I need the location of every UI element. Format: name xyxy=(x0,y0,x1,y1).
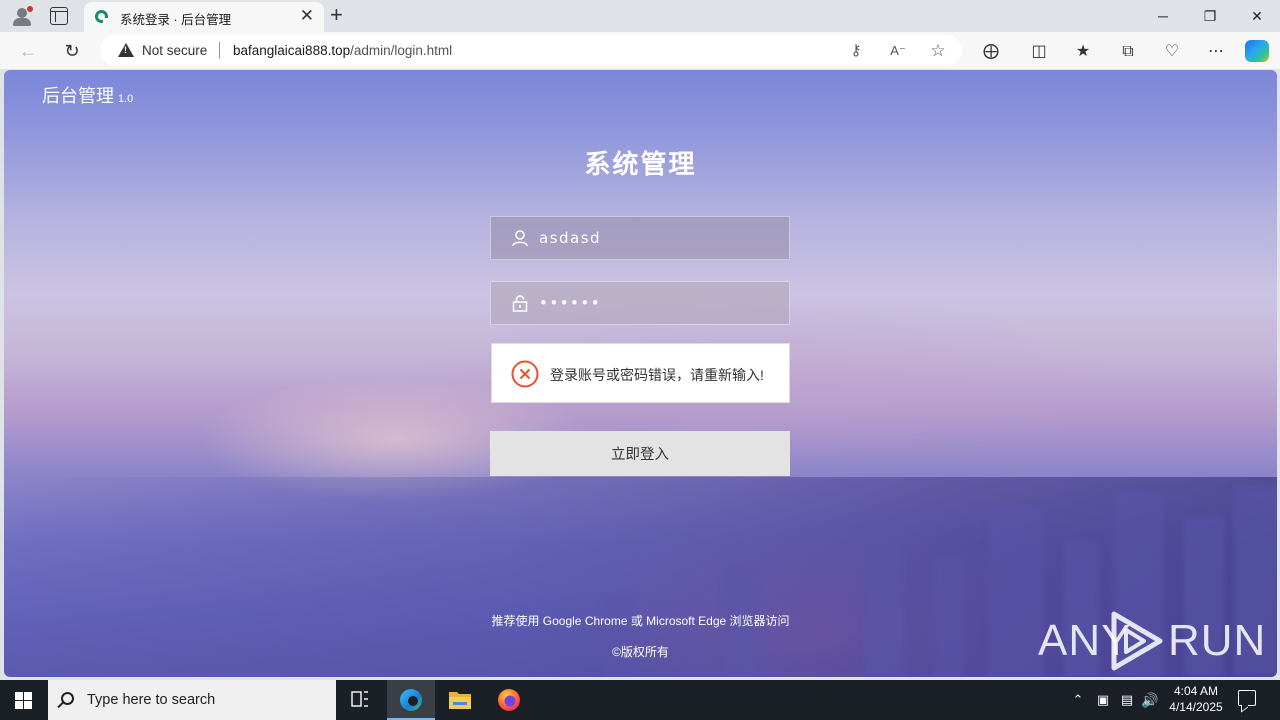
password-key-icon[interactable]: ⚷ xyxy=(846,41,866,61)
profile-avatar-icon[interactable] xyxy=(10,5,34,27)
browser-essentials-icon[interactable]: ♡ xyxy=(1160,40,1184,64)
split-screen-icon[interactable]: ◫ xyxy=(1027,40,1051,64)
tab-title: 系统登录 · 后台管理 xyxy=(120,13,232,27)
favorites-icon[interactable]: ★ xyxy=(1071,40,1095,64)
url-text[interactable]: bafanglaicai888.top/admin/login.html xyxy=(233,43,452,58)
extensions-icon[interactable]: ⨁ xyxy=(979,40,1003,64)
task-view-button[interactable] xyxy=(336,680,384,720)
edge-icon xyxy=(400,689,422,711)
start-button[interactable] xyxy=(0,680,48,720)
clock-date: 4/14/2025 xyxy=(1169,700,1223,714)
more-menu-icon[interactable]: ⋯ xyxy=(1204,40,1228,64)
tab-actions-icon[interactable] xyxy=(50,7,68,25)
windows-taskbar: Type here to search ⌃ ▣ ▤ 🔊 4:04 AM 4/14… xyxy=(0,680,1280,720)
collections-icon[interactable]: ⧉ xyxy=(1116,40,1140,64)
password-input[interactable] xyxy=(539,282,779,324)
restore-button[interactable]: ❐ xyxy=(1187,0,1233,32)
url-host: bafanglaicai888.top xyxy=(233,43,351,58)
active-tab[interactable]: 系统登录 · 后台管理 ✕ xyxy=(84,2,324,32)
taskbar-file-explorer[interactable] xyxy=(436,680,484,720)
read-aloud-icon[interactable]: A⁻ xyxy=(888,41,908,61)
minimize-button[interactable]: ─ xyxy=(1140,0,1186,32)
search-icon xyxy=(61,692,74,705)
site-favicon-icon xyxy=(95,10,109,24)
security-status[interactable]: Not secure xyxy=(142,43,207,58)
taskbar-search[interactable]: Type here to search xyxy=(48,680,336,720)
page-viewport: 后台管理1.0 系统管理 登录账号或密码错误，请重新输入! 立即登入 推荐使用 … xyxy=(4,70,1277,677)
volume-icon[interactable]: 🔊 xyxy=(1140,680,1160,720)
address-bar[interactable]: Not secure bafanglaicai888.top/admin/log… xyxy=(100,35,962,66)
login-title: 系统管理 xyxy=(584,149,697,179)
taskbar-edge[interactable] xyxy=(387,680,435,720)
network-icon[interactable]: ▤ xyxy=(1117,680,1137,720)
new-tab-button[interactable]: + xyxy=(330,3,343,27)
user-icon xyxy=(512,230,528,247)
browser-tab-bar: 系统登录 · 后台管理 ✕ + ─ ❐ ✕ xyxy=(0,0,1280,32)
password-field[interactable] xyxy=(490,281,790,325)
address-divider xyxy=(219,42,220,59)
lock-icon xyxy=(512,295,528,312)
tray-overflow-icon[interactable]: ⌃ xyxy=(1068,680,1088,720)
tray-device-icon[interactable]: ▣ xyxy=(1094,680,1112,720)
brand-logo: 后台管理 1.0 xyxy=(42,82,133,108)
windows-logo-icon xyxy=(15,692,23,700)
clock-time: 4:04 AM xyxy=(1173,684,1219,698)
folder-icon xyxy=(449,692,471,709)
error-message: 登录账号或密码错误，请重新输入! xyxy=(550,367,764,383)
username-field[interactable] xyxy=(490,216,790,260)
search-placeholder: Type here to search xyxy=(87,692,216,708)
favorite-star-icon[interactable]: ☆ xyxy=(928,41,948,61)
watermark-text-right: RUN xyxy=(1168,616,1267,665)
task-view-icon xyxy=(351,691,368,707)
username-input[interactable] xyxy=(539,217,779,259)
login-submit-button[interactable]: 立即登入 xyxy=(490,431,790,476)
warning-icon xyxy=(118,43,134,57)
window-close-button[interactable]: ✕ xyxy=(1234,0,1280,32)
brand-version: 1.0 xyxy=(118,93,134,105)
taskbar-firefox[interactable] xyxy=(485,680,533,720)
notification-center-icon[interactable] xyxy=(1238,690,1256,706)
copilot-icon[interactable] xyxy=(1245,40,1269,62)
taskbar-clock[interactable]: 4:04 AM 4/14/2025 xyxy=(1162,683,1230,715)
address-toolbar: ← ↻ Not secure bafanglaicai888.top/admin… xyxy=(0,32,1280,70)
login-error-alert: 登录账号或密码错误，请重新输入! xyxy=(491,343,790,403)
brand-name: 后台管理 xyxy=(42,86,114,106)
error-icon xyxy=(511,360,539,388)
play-triangle-icon xyxy=(1111,611,1163,671)
firefox-icon xyxy=(498,689,520,711)
url-path: /admin/login.html xyxy=(350,43,453,58)
refresh-button[interactable]: ↻ xyxy=(59,38,85,64)
tab-close-button[interactable]: ✕ xyxy=(300,7,314,25)
back-button[interactable]: ← xyxy=(15,38,41,64)
